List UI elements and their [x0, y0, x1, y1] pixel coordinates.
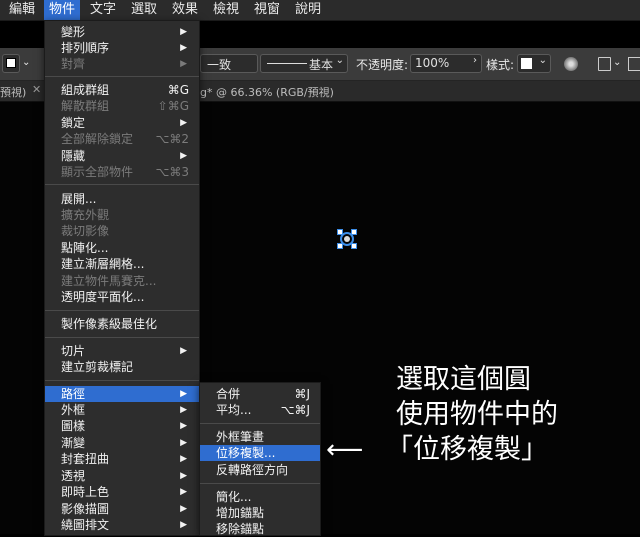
style-label: 樣式: [486, 58, 515, 72]
menu-item-shape[interactable]: 外框 ▶ [45, 402, 199, 418]
chevron-right-icon: ▶ [180, 151, 187, 161]
menu-item-flatten-transparency[interactable]: 透明度平面化... [45, 289, 199, 305]
opacity-input[interactable]: 100% › [410, 54, 482, 73]
menu-separator [45, 337, 199, 338]
arrow-left-icon: ⟵ [326, 435, 364, 465]
menu-item-image-trace[interactable]: 影像描圖 ▶ [45, 501, 199, 517]
menu-window[interactable]: 視窗 [249, 0, 285, 20]
menu-item-hide[interactable]: 隱藏 ▶ [45, 148, 199, 164]
chevron-down-icon: ⌄ [335, 55, 344, 66]
menu-item-offset-path[interactable]: 位移複製... [200, 445, 320, 461]
chevron-right-icon: ▶ [180, 27, 187, 37]
brush-profile-label: 基本 [309, 58, 334, 72]
chevron-right-icon: ▶ [180, 405, 187, 415]
menu-item-slice[interactable]: 切片 ▶ [45, 343, 199, 359]
chevron-right-icon: ▶ [180, 389, 187, 399]
menu-item-add-anchor[interactable]: 增加錨點 [200, 505, 320, 521]
menu-item-pixel-perfect[interactable]: 製作像素級最佳化 [45, 316, 199, 332]
chevron-right-icon: ▶ [180, 471, 187, 481]
menu-item-lock[interactable]: 鎖定 ▶ [45, 115, 199, 131]
menu-edit[interactable]: 編輯 [4, 0, 40, 20]
chevron-right-icon: ▶ [180, 118, 187, 128]
chevron-down-icon: ⌄ [538, 55, 547, 66]
menu-select[interactable]: 選取 [126, 0, 162, 20]
menu-item-outline-stroke[interactable]: 外框筆畫 [200, 429, 320, 445]
chevron-right-icon: ▶ [180, 59, 187, 69]
menu-item-show-all[interactable]: 顯示全部物件 ⌥⌘3 [45, 164, 199, 180]
document-setup-icon[interactable] [598, 57, 611, 71]
menu-item-gradient-mesh[interactable]: 建立漸層網格... [45, 256, 199, 272]
chevron-right-icon: ▶ [180, 43, 187, 53]
chevron-right-icon: ▶ [180, 421, 187, 431]
menu-item-rasterize[interactable]: 點陣化... [45, 240, 199, 256]
stroke-variable-dropdown[interactable]: 一致 [200, 54, 258, 73]
menu-item-expand-appearance[interactable]: 擴充外觀 [45, 207, 199, 223]
selection-handle[interactable] [337, 243, 343, 249]
menu-item-object-mosaic[interactable]: 建立物件馬賽克... [45, 273, 199, 289]
close-icon[interactable]: ✕ [32, 83, 41, 96]
brush-profile-dropdown[interactable]: 基本 ⌄ [260, 54, 348, 73]
menu-separator [200, 483, 320, 484]
annotation-line-2: 使用物件中的 [396, 399, 558, 430]
selected-circle[interactable] [337, 229, 357, 249]
stroke-variable-label: 一致 [207, 58, 232, 72]
menu-item-text-wrap[interactable]: 繞圖排文 ▶ [45, 517, 199, 533]
menu-item-align[interactable]: 對齊 ▶ [45, 56, 199, 72]
tab-previous-document[interactable]: 預視) [0, 84, 26, 100]
menu-item-expand[interactable]: 展開... [45, 191, 199, 207]
path-submenu: 合併 ⌘J 平均... ⌥⌘J 外框筆畫 位移複製... 反轉路徑方向 簡化... … [199, 382, 321, 536]
menu-item-remove-anchor[interactable]: 移除錨點 [200, 521, 320, 537]
menu-item-crop-image[interactable]: 裁切影像 [45, 223, 199, 239]
menu-object[interactable]: 物件 [44, 0, 81, 20]
menu-item-blend[interactable]: 漸變 ▶ [45, 435, 199, 451]
annotation-line-3: 「位移複製」 [386, 434, 548, 465]
opacity-value: 100% [415, 56, 450, 70]
menu-type[interactable]: 文字 [85, 0, 121, 20]
chevron-down-icon[interactable]: ⌄ [613, 57, 621, 68]
menu-item-pattern[interactable]: 圖樣 ▶ [45, 418, 199, 434]
chevron-right-icon: ▶ [180, 504, 187, 514]
chevron-right-icon: ▶ [180, 454, 187, 464]
menu-item-live-paint[interactable]: 即時上色 ▶ [45, 484, 199, 500]
menu-item-ungroup[interactable]: 解散群組 ⇧⌘G [45, 98, 199, 114]
selection-handle[interactable] [351, 243, 357, 249]
menu-item-transform[interactable]: 變形 ▶ [45, 24, 199, 40]
object-menu: 變形 ▶ 排列順序 ▶ 對齊 ▶ 組成群組 ⌘G 解散群組 ⇧⌘G 鎖定 ▶ 全部解除鎖定 ⌥… [44, 20, 200, 536]
fill-swatch[interactable] [2, 54, 20, 73]
menu-item-simplify[interactable]: 簡化... [200, 489, 320, 505]
menu-item-reverse-path[interactable]: 反轉路徑方向 [200, 462, 320, 478]
tab-current-document[interactable]: g* @ 66.36% (RGB/預視) [200, 84, 334, 100]
menu-help[interactable]: 說明 [290, 0, 326, 20]
menu-separator [45, 184, 199, 185]
menu-item-join[interactable]: 合併 ⌘J [200, 386, 320, 402]
selection-handle[interactable] [337, 229, 343, 235]
style-dropdown[interactable]: ⌄ [517, 54, 551, 73]
menu-item-group[interactable]: 組成群組 ⌘G [45, 82, 199, 98]
chevron-right-icon: ▶ [180, 487, 187, 497]
chevron-down-icon[interactable]: ⌄ [22, 57, 30, 68]
menu-item-average[interactable]: 平均... ⌥⌘J [200, 402, 320, 418]
menu-view[interactable]: 檢視 [208, 0, 244, 20]
menu-item-unlock-all[interactable]: 全部解除鎖定 ⌥⌘2 [45, 131, 199, 147]
menu-separator [45, 310, 199, 311]
chevron-right-icon: › [473, 55, 477, 66]
menu-separator [200, 423, 320, 424]
chevron-right-icon: ▶ [180, 438, 187, 448]
menu-effect[interactable]: 效果 [167, 0, 203, 20]
selection-handle[interactable] [351, 229, 357, 235]
opacity-label: 不透明度: [356, 58, 409, 72]
menu-bar: 編輯 物件 文字 選取 效果 檢視 視窗 說明 [0, 0, 640, 21]
menu-item-path[interactable]: 路徑 ▶ [45, 386, 199, 402]
menu-item-envelope-distort[interactable]: 封套扭曲 ▶ [45, 451, 199, 467]
arrange-documents-icon[interactable] [628, 57, 640, 71]
chevron-right-icon: ▶ [180, 346, 187, 356]
menu-item-perspective[interactable]: 透視 ▶ [45, 468, 199, 484]
menu-separator [45, 76, 199, 77]
menu-item-crop-marks[interactable]: 建立剪裁標記 [45, 359, 199, 375]
recolor-icon[interactable] [564, 57, 578, 71]
menu-separator [45, 380, 199, 381]
annotation-line-1: 選取這個圓 [396, 364, 531, 395]
menu-item-arrange[interactable]: 排列順序 ▶ [45, 40, 199, 56]
chevron-right-icon: ▶ [180, 520, 187, 530]
